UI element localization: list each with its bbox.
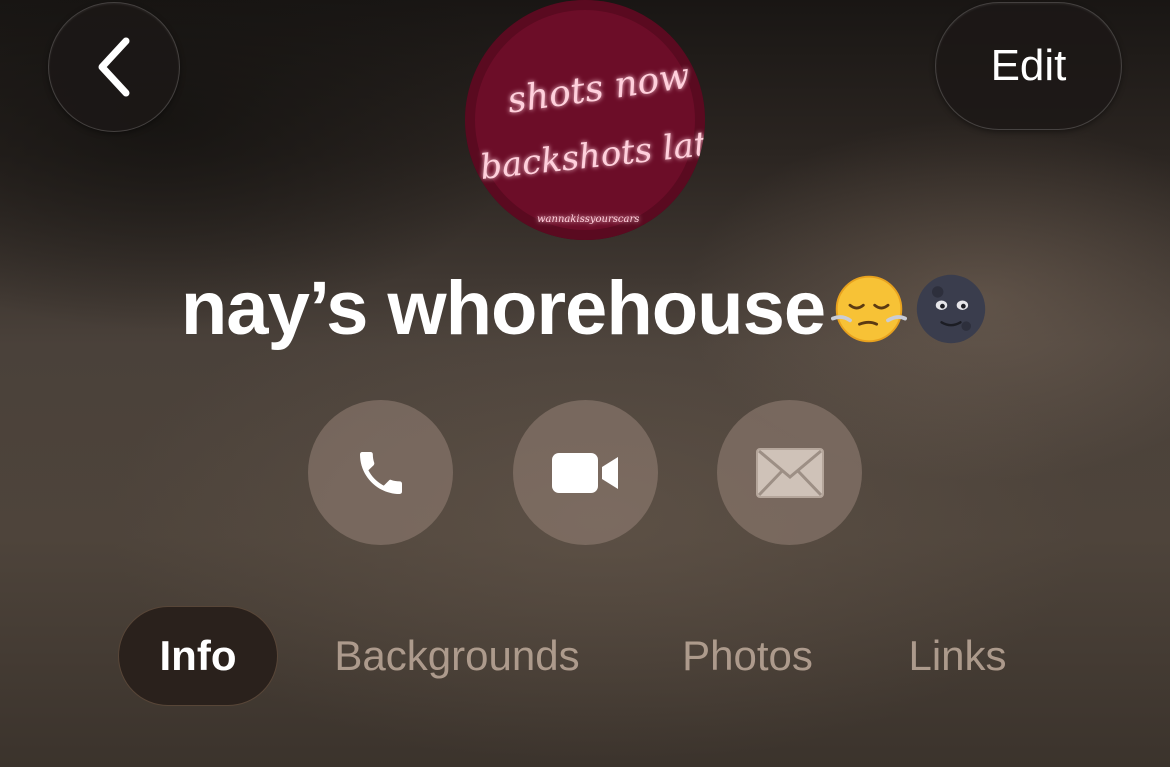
call-button[interactable]: [308, 400, 453, 545]
video-call-button[interactable]: [513, 400, 658, 545]
group-title: nay’s whorehouse: [0, 265, 1170, 352]
phone-icon: [359, 451, 402, 494]
tab-backgrounds[interactable]: Backgrounds: [312, 606, 602, 706]
video-camera-icon: [551, 452, 618, 493]
group-name: nay’s whorehouse: [180, 266, 826, 351]
back-button[interactable]: [48, 2, 180, 132]
face-exhaling-emoji: [831, 275, 908, 342]
tab-info[interactable]: Info: [118, 606, 278, 706]
mail-button[interactable]: [717, 400, 862, 545]
chevron-left-icon: [98, 37, 130, 97]
edit-label: Edit: [990, 41, 1067, 90]
envelope-icon: [755, 447, 824, 498]
tab-bar: Info Backgrounds Photos Links: [0, 606, 1170, 706]
avatar-line-3: wannakissyourscars: [537, 214, 639, 225]
tab-photos[interactable]: Photos: [660, 606, 835, 706]
tab-links[interactable]: Links: [890, 606, 1025, 706]
edit-button[interactable]: Edit: [935, 2, 1122, 130]
group-avatar[interactable]: shots now backshots later wannakissyours…: [465, 0, 705, 240]
new-moon-face-emoji: [916, 274, 986, 343]
neon-sign-image: shots now backshots later wannakissyours…: [465, 0, 705, 240]
